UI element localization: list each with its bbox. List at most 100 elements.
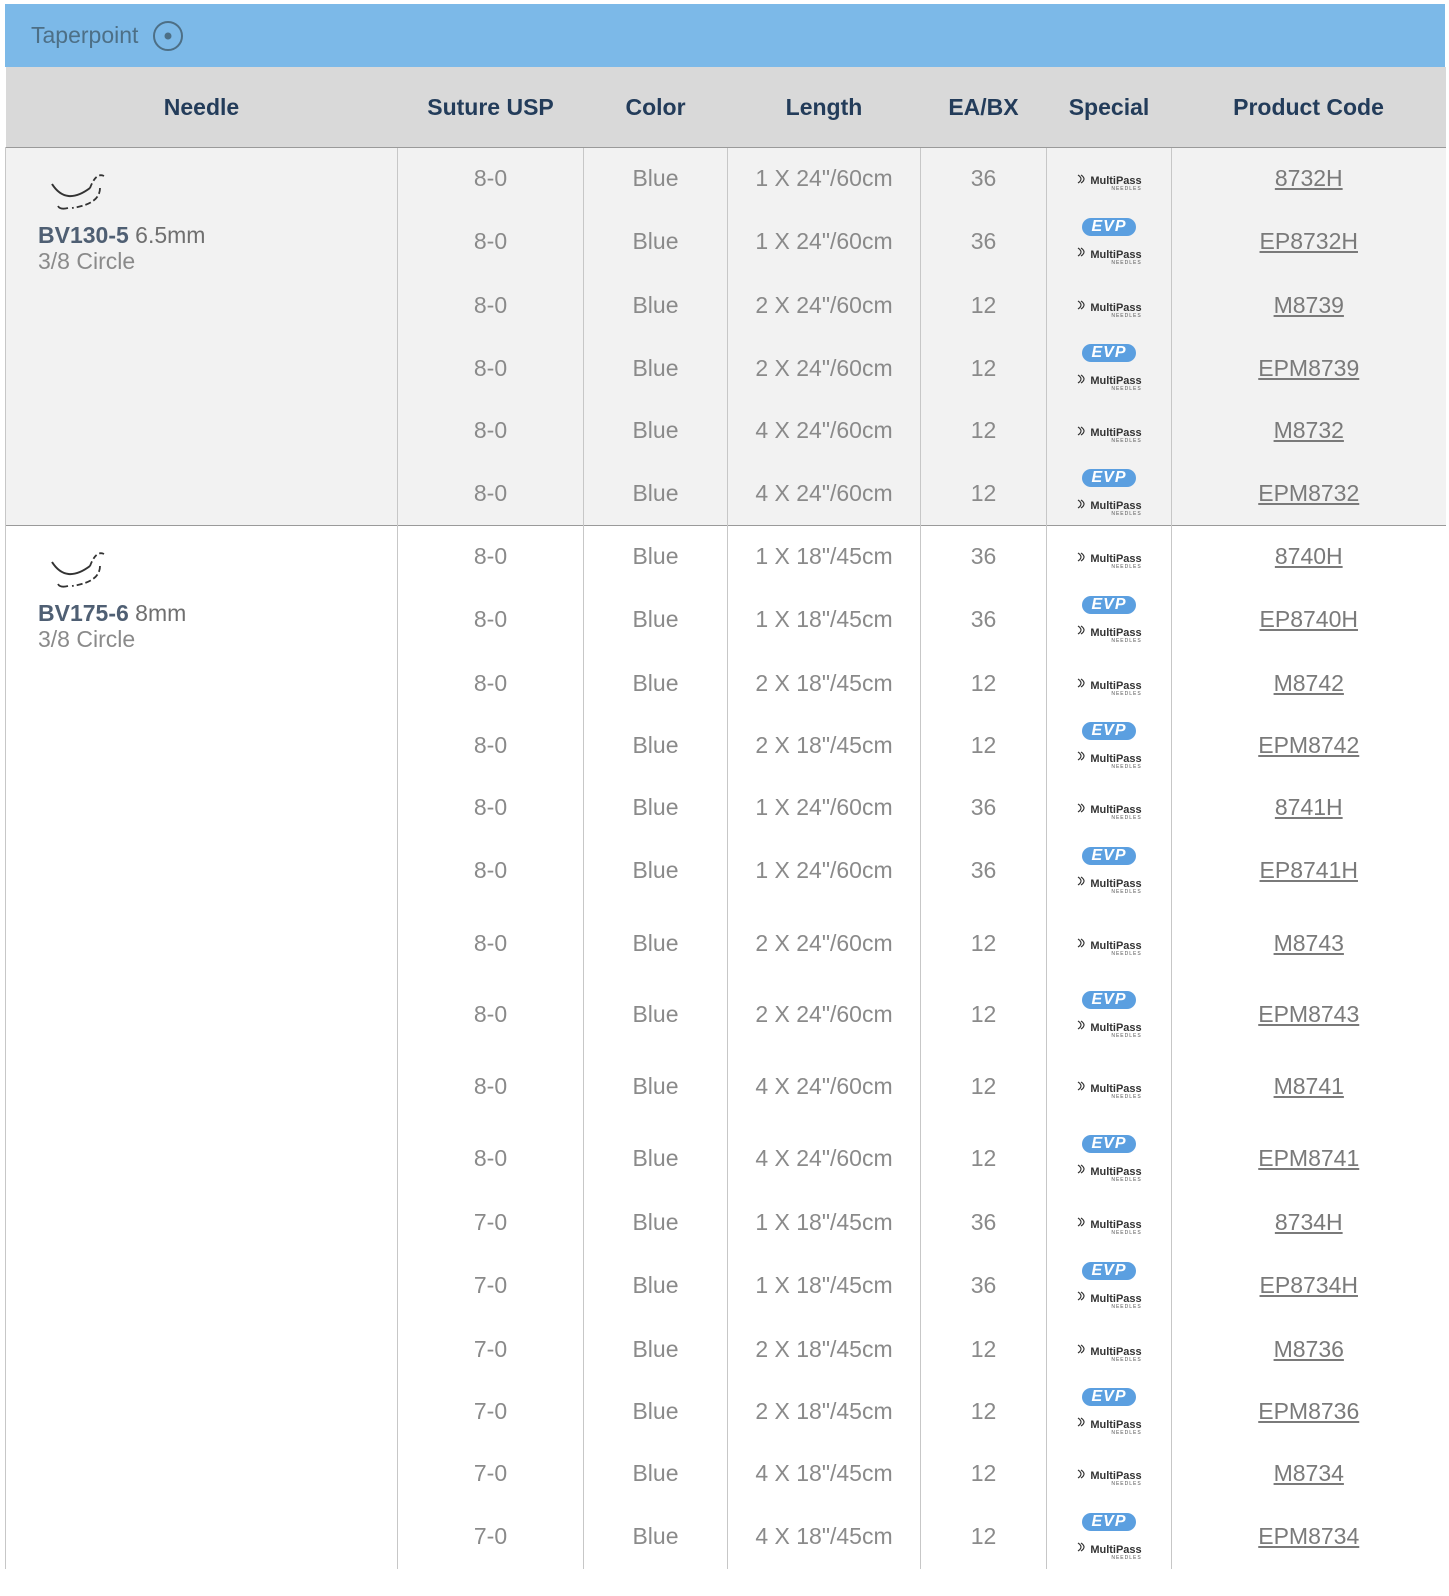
product-code-link[interactable]: EPM8736 — [1258, 1398, 1359, 1424]
multipass-swoosh-icon — [1077, 1542, 1085, 1552]
multipass-swoosh-icon — [1077, 1344, 1085, 1354]
product-code-link[interactable]: M8742 — [1274, 670, 1344, 696]
cell-color: Blue — [583, 525, 728, 588]
multipass-swoosh-icon — [1077, 1164, 1085, 1174]
product-code-link[interactable]: M8741 — [1274, 1073, 1344, 1099]
cell-ea-bx: 12 — [920, 714, 1047, 777]
cell-special: EVP MultiPass NEEDLES — [1046, 209, 1172, 274]
cell-suture-usp: 8-0 — [397, 902, 584, 984]
multipass-logo: MultiPass NEEDLES — [1076, 617, 1142, 644]
cell-length: 4 X 24"/60cm — [727, 461, 921, 526]
cell-length: 1 X 24"/60cm — [727, 838, 921, 903]
cell-special: EVP MultiPass NEEDLES — [1046, 1380, 1172, 1443]
cell-product-code: EPM8734 — [1171, 1504, 1446, 1569]
multipass-logo: MultiPass NEEDLES — [1076, 417, 1142, 444]
cell-product-code: 8741H — [1171, 776, 1446, 839]
cell-color: Blue — [583, 147, 728, 210]
cell-length: 1 X 18"/45cm — [727, 1253, 921, 1318]
product-code-link[interactable]: 8732H — [1275, 165, 1343, 191]
cell-special: EVP MultiPass NEEDLES — [1046, 336, 1172, 400]
multipass-swoosh-icon — [1077, 247, 1085, 257]
product-code-link[interactable]: EPM8742 — [1258, 732, 1359, 758]
cell-suture-usp: 8-0 — [397, 336, 584, 400]
cell-length: 1 X 18"/45cm — [727, 1190, 921, 1254]
needle-size: 6.5mm — [135, 222, 206, 248]
cell-suture-usp: 7-0 — [397, 1504, 584, 1569]
multipass-swoosh-icon — [1077, 876, 1085, 886]
cell-ea-bx: 12 — [920, 461, 1047, 526]
evp-badge: EVP — [1082, 595, 1136, 614]
product-code-link[interactable]: EPM8732 — [1258, 480, 1359, 506]
cell-ea-bx: 12 — [920, 1126, 1047, 1191]
cell-ea-bx: 12 — [920, 1045, 1047, 1127]
cell-suture-usp: 8-0 — [397, 461, 584, 526]
cell-length: 4 X 24"/60cm — [727, 1126, 921, 1191]
cell-suture-usp: 8-0 — [397, 651, 584, 715]
evp-badge: EVP — [1082, 721, 1136, 740]
product-code-link[interactable]: M8736 — [1274, 1336, 1344, 1362]
cell-length: 2 X 18"/45cm — [727, 714, 921, 777]
product-code-link[interactable]: EP8740H — [1260, 606, 1358, 632]
header-length: Length — [727, 67, 921, 148]
cell-product-code: 8732H — [1171, 147, 1446, 210]
product-code-link[interactable]: EP8734H — [1260, 1272, 1358, 1298]
product-code-link[interactable]: EPM8734 — [1258, 1523, 1359, 1549]
cell-ea-bx: 12 — [920, 273, 1047, 337]
multipass-logo: MultiPass NEEDLES — [1076, 743, 1142, 770]
cell-special: MultiPass NEEDLES — [1046, 776, 1172, 839]
multipass-logo: MultiPass NEEDLES — [1076, 1209, 1142, 1236]
product-code-link[interactable]: 8741H — [1275, 794, 1343, 820]
cell-color: Blue — [583, 776, 728, 839]
product-code-link[interactable]: EPM8739 — [1258, 355, 1359, 381]
cell-length: 2 X 24"/60cm — [727, 336, 921, 400]
product-code-link[interactable]: EPM8743 — [1258, 1001, 1359, 1027]
cell-suture-usp: 8-0 — [397, 273, 584, 337]
cell-suture-usp: 7-0 — [397, 1190, 584, 1254]
product-code-link[interactable]: 8740H — [1275, 543, 1343, 569]
cell-color: Blue — [583, 983, 728, 1046]
cell-color: Blue — [583, 1442, 728, 1505]
cell-length: 1 X 24"/60cm — [727, 209, 921, 274]
multipass-logo: MultiPass NEEDLES — [1076, 1283, 1142, 1310]
needle-name: BV175-6 8mm — [38, 600, 397, 626]
cell-length: 4 X 18"/45cm — [727, 1504, 921, 1569]
multipass-logo: MultiPass NEEDLES — [1076, 1409, 1142, 1436]
multipass-swoosh-icon — [1077, 174, 1085, 184]
cell-product-code: EP8732H — [1171, 209, 1446, 274]
cell-ea-bx: 36 — [920, 1190, 1047, 1254]
cell-color: Blue — [583, 714, 728, 777]
product-code-link[interactable]: EPM8741 — [1258, 1145, 1359, 1171]
product-code-link[interactable]: M8739 — [1274, 292, 1344, 318]
product-code-link[interactable]: M8743 — [1274, 930, 1344, 956]
cell-special: EVP MultiPass NEEDLES — [1046, 1504, 1172, 1569]
cell-length: 2 X 18"/45cm — [727, 1317, 921, 1381]
table-row: BV175-6 8mm 3/8 Circle 8-0 Blue 1 X 18"/45… — [5, 525, 1446, 1569]
product-code-link[interactable]: M8734 — [1274, 1460, 1344, 1486]
product-code-link[interactable]: 8734H — [1275, 1209, 1343, 1235]
cell-ea-bx: 36 — [920, 147, 1047, 210]
product-code-link[interactable]: M8732 — [1274, 417, 1344, 443]
multipass-logo: MultiPass NEEDLES — [1076, 930, 1142, 957]
product-code-link[interactable]: EP8732H — [1260, 228, 1358, 254]
product-code-link[interactable]: EP8741H — [1260, 857, 1358, 883]
multipass-logo: MultiPass NEEDLES — [1076, 868, 1142, 895]
cell-special: MultiPass NEEDLES — [1046, 273, 1172, 337]
cell-length: 1 X 24"/60cm — [727, 147, 921, 210]
target-circle-icon[interactable] — [152, 20, 184, 52]
multipass-logo: MultiPass NEEDLES — [1076, 1156, 1142, 1183]
cell-special: MultiPass NEEDLES — [1046, 525, 1172, 588]
cell-suture-usp: 8-0 — [397, 209, 584, 274]
multipass-swoosh-icon — [1077, 803, 1085, 812]
cell-ea-bx: 36 — [920, 209, 1047, 274]
needle-curve-icon — [38, 544, 397, 600]
section-header[interactable]: Taperpoint — [5, 4, 1445, 67]
multipass-logo: MultiPass NEEDLES — [1076, 1073, 1142, 1100]
multipass-swoosh-icon — [1077, 751, 1085, 761]
multipass-swoosh-icon — [1077, 426, 1085, 435]
cell-ea-bx: 12 — [920, 1317, 1047, 1381]
needle-code: BV130-5 — [38, 222, 129, 248]
header-product-code: Product Code — [1171, 67, 1446, 148]
cell-ea-bx: 36 — [920, 525, 1047, 588]
cell-suture-usp: 7-0 — [397, 1442, 584, 1505]
cell-ea-bx: 12 — [920, 983, 1047, 1046]
